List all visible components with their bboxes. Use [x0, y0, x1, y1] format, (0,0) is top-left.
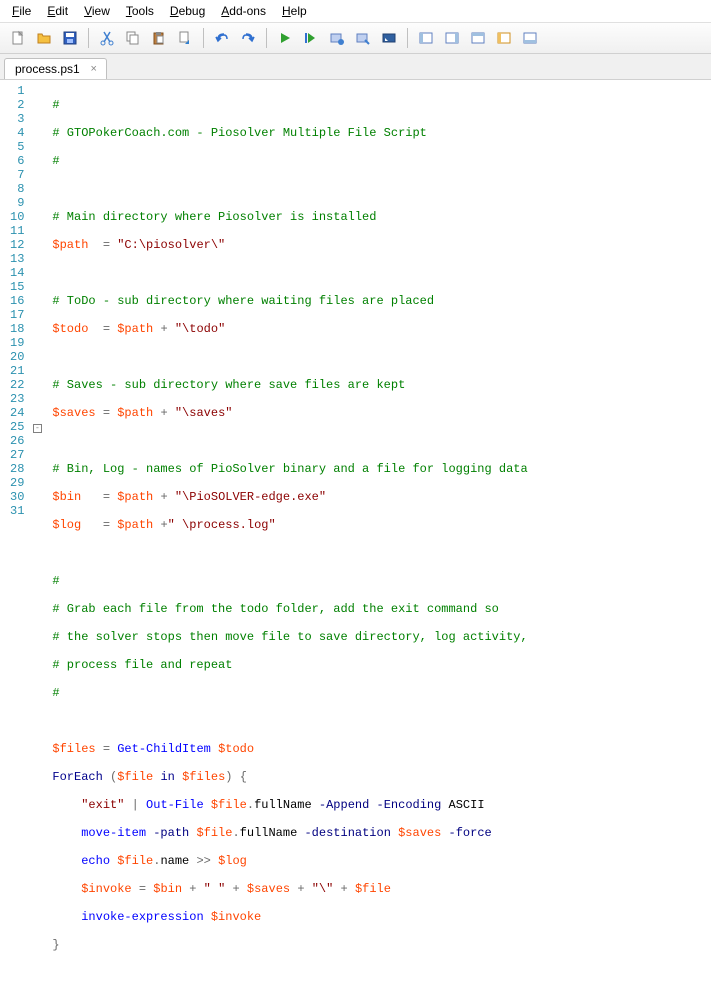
- separator: [88, 28, 89, 48]
- code-editor[interactable]: 123 456 789 101112 131415 161718 192021 …: [0, 80, 711, 984]
- fold-toggle-icon[interactable]: -: [33, 424, 42, 433]
- open-file-icon[interactable]: [32, 26, 56, 50]
- export-icon[interactable]: [173, 26, 197, 50]
- cut-icon[interactable]: [95, 26, 119, 50]
- menu-help[interactable]: Help: [274, 2, 315, 20]
- paste-icon[interactable]: [147, 26, 171, 50]
- menu-file[interactable]: File: [4, 2, 39, 20]
- redo-icon[interactable]: [236, 26, 260, 50]
- tab-bar: process.ps1 ×: [0, 54, 711, 80]
- debug1-icon[interactable]: [325, 26, 349, 50]
- separator: [266, 28, 267, 48]
- menu-tools[interactable]: Tools: [118, 2, 162, 20]
- step-icon[interactable]: [299, 26, 323, 50]
- tab-label: process.ps1: [15, 62, 80, 76]
- menu-view[interactable]: View: [76, 2, 118, 20]
- menu-edit[interactable]: Edit: [39, 2, 76, 20]
- menu-debug[interactable]: Debug: [162, 2, 213, 20]
- debug2-icon[interactable]: [351, 26, 375, 50]
- pane1-icon[interactable]: [414, 26, 438, 50]
- pane2-icon[interactable]: [440, 26, 464, 50]
- undo-icon[interactable]: [210, 26, 234, 50]
- menu-bar: File Edit View Tools Debug Add-ons Help: [0, 0, 711, 23]
- close-icon[interactable]: ×: [88, 63, 100, 75]
- line-gutter: 123 456 789 101112 131415 161718 192021 …: [0, 80, 30, 984]
- fold-column: -: [30, 80, 44, 984]
- debug3-icon[interactable]: [377, 26, 401, 50]
- run-icon[interactable]: [273, 26, 297, 50]
- save-icon[interactable]: [58, 26, 82, 50]
- separator: [407, 28, 408, 48]
- toolbar: [0, 23, 711, 54]
- separator: [203, 28, 204, 48]
- tab-process-ps1[interactable]: process.ps1 ×: [4, 58, 107, 79]
- new-file-icon[interactable]: [6, 26, 30, 50]
- pane3-icon[interactable]: [466, 26, 490, 50]
- pane4-icon[interactable]: [492, 26, 516, 50]
- pane5-icon[interactable]: [518, 26, 542, 50]
- code-content[interactable]: # # GTOPokerCoach.com - Piosolver Multip…: [44, 80, 535, 984]
- menu-addons[interactable]: Add-ons: [213, 2, 274, 20]
- copy-icon[interactable]: [121, 26, 145, 50]
